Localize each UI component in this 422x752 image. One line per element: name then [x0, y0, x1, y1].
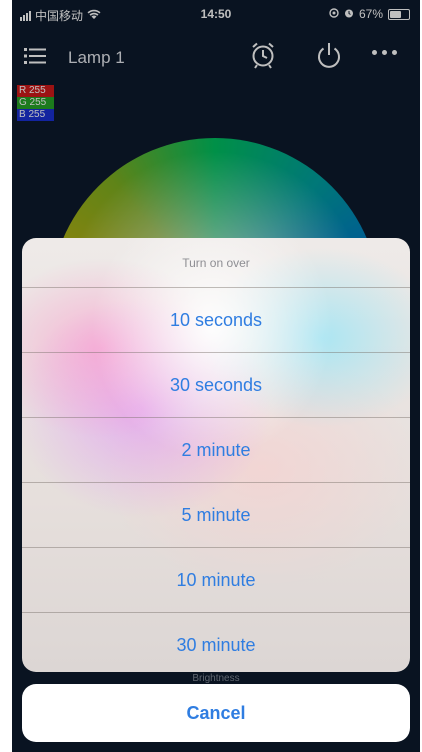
action-sheet-title: Turn on over: [22, 238, 410, 288]
cancel-button[interactable]: Cancel: [22, 684, 410, 742]
brightness-label: Brightness: [192, 673, 240, 684]
option-10-seconds[interactable]: 10 seconds: [22, 288, 410, 353]
option-30-minute[interactable]: 30 minute: [22, 613, 410, 672]
option-5-minute[interactable]: 5 minute: [22, 483, 410, 548]
turn-on-action-sheet: Turn on over 10 seconds 30 seconds 2 min…: [22, 238, 410, 672]
option-30-seconds[interactable]: 30 seconds: [22, 353, 410, 418]
option-2-minute[interactable]: 2 minute: [22, 418, 410, 483]
phone-screen: 中国移动 14:50 67% Lamp 1 R 255 G 255 B 255 …: [12, 0, 420, 752]
option-10-minute[interactable]: 10 minute: [22, 548, 410, 613]
